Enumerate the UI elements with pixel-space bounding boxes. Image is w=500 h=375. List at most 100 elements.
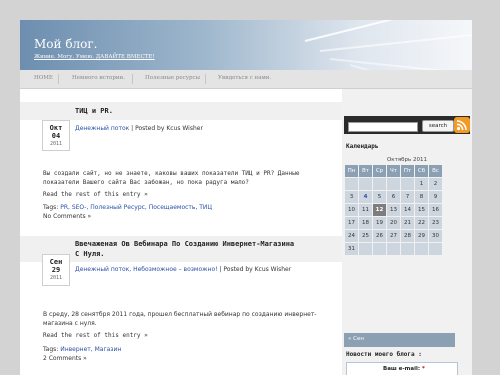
tags-label: Tags:: [43, 204, 61, 211]
calendar-day: 9: [429, 191, 442, 203]
tag-links[interactable]: Инвернет, Магазин: [60, 346, 121, 353]
weekday-label: Пн: [345, 165, 358, 177]
rss-icon[interactable]: [454, 117, 470, 133]
blog-title[interactable]: Мой блог.: [34, 37, 98, 51]
post-date-month: Сен: [49, 258, 63, 266]
calendar-week: 31: [345, 243, 442, 255]
calendar-heading: Календарь: [346, 143, 379, 150]
post-date-day: 29: [51, 266, 61, 274]
calendar-day: 18: [359, 217, 372, 229]
calendar-week: 3 4 5 6 7 8 9: [345, 191, 442, 203]
subscribe-form: Ваш e-mail: *: [346, 362, 458, 375]
calendar-day-today: 12: [373, 204, 386, 216]
category-link[interactable]: Денежный поток: [75, 125, 129, 132]
calendar-day: 21: [401, 217, 414, 229]
nav-item-home[interactable]: HOME: [34, 75, 53, 81]
sidebar: search Календарь Октябрь 2011 Пн Вт Ср Ч…: [342, 89, 472, 375]
calendar-day: 19: [373, 217, 386, 229]
nav-separator: [132, 74, 133, 84]
header-streak: [319, 32, 472, 52]
weekday-label: Пт: [401, 165, 414, 177]
calendar-empty-cell: [387, 178, 400, 190]
calendar-day: 31: [345, 243, 358, 255]
search-button[interactable]: search: [422, 120, 454, 132]
tag-links[interactable]: PR, SEO-, Полезный Ресурс, Посещаемость,…: [60, 204, 212, 211]
category-link[interactable]: Денежный поток, Небозможное – возможно!: [75, 266, 218, 273]
calendar-day: 8: [415, 191, 428, 203]
post-header: [20, 102, 342, 120]
weekday-label: Вс: [429, 165, 442, 177]
comments-link[interactable]: 2 Comments »: [43, 354, 87, 363]
posted-by: | Posted by Kcus Wisher: [217, 266, 292, 273]
calendar-day: 24: [345, 230, 358, 242]
calendar-empty-cell: [387, 243, 400, 255]
calendar-day: 16: [429, 204, 442, 216]
post-title[interactable]: Ввечаженая Ов Вебинара По Созданию Инвер…: [75, 239, 294, 259]
calendar-empty-cell: [345, 178, 358, 190]
calendar-empty-cell: [373, 178, 386, 190]
header-streak: [304, 20, 472, 42]
calendar-day: 10: [345, 204, 358, 216]
weekday-label: Ср: [373, 165, 386, 177]
calendar-day: 2: [429, 178, 442, 190]
blog-tagline[interactable]: Живие. Могу. Умею. ДАВАЙТЕ ВМЕСТЕ!: [34, 54, 155, 60]
calendar-day: 14: [401, 204, 414, 216]
nav-separator: [205, 74, 206, 84]
search-input[interactable]: [348, 122, 418, 132]
post-date: Сен 29 2011: [42, 254, 70, 286]
nav-item-resources[interactable]: Полезные ресурсы: [145, 75, 200, 81]
calendar-day: 25: [359, 230, 372, 242]
calendar-empty-cell: [359, 243, 372, 255]
calendar-day: 13: [387, 204, 400, 216]
post-date-year: 2011: [49, 141, 63, 147]
calendar-day: 6: [387, 191, 400, 203]
calendar-weekdays: Пн Вт Ср Чт Пт Сб Вс: [345, 165, 442, 177]
blog-header: Мой блог. Живие. Могу. Умею. ДАВАЙТЕ ВМЕ…: [20, 20, 472, 70]
calendar-prev-link[interactable]: « Сен: [348, 336, 364, 342]
calendar-day: 11: [359, 204, 372, 216]
calendar-day: 5: [373, 191, 386, 203]
post-date: Окт 04 2011: [42, 120, 70, 151]
post-excerpt: Вы создали сайт, но не знаете, каковы ва…: [43, 170, 300, 186]
calendar-nav: « Сен: [344, 333, 455, 347]
calendar-week: 10 11 12 13 14 15 16: [345, 204, 442, 216]
nav-item-history[interactable]: Немного истории.: [72, 75, 125, 81]
calendar-week: 1 2: [345, 178, 442, 190]
post-title[interactable]: ТИЦ и PR.: [75, 106, 113, 116]
calendar-week: 17 18 19 20 21 22 23: [345, 217, 442, 229]
post-date-year: 2011: [49, 275, 63, 281]
calendar-empty-cell: [401, 243, 414, 255]
post-excerpt: В среду, 28 сенятбря 2011 года, прошел б…: [43, 311, 317, 327]
post-meta: Денежный поток | Posted by Kcus Wisher: [75, 125, 203, 132]
post-tags: Tags: Инвернет, Магазин: [43, 345, 121, 354]
calendar-day: 7: [401, 191, 414, 203]
page: Мой блог. Живие. Могу. Умею. ДАВАЙТЕ ВМЕ…: [20, 20, 472, 375]
read-more-link[interactable]: Read the rest of this entry »: [43, 190, 148, 199]
calendar-day: 22: [415, 217, 428, 229]
weekday-label: Сб: [415, 165, 428, 177]
post-title-line: С Нуля.: [75, 250, 105, 258]
post-tags: Tags: PR, SEO-, Полезный Ресурс, Посещае…: [43, 203, 212, 212]
post-meta: Денежный поток, Небозможное – возможно! …: [75, 266, 291, 273]
read-more-link[interactable]: Read the rest of this entry »: [43, 331, 148, 340]
calendar-day: 17: [345, 217, 358, 229]
calendar-grid: Пн Вт Ср Чт Пт Сб Вс 1 2 3 4 5 6 7 8 9 1…: [344, 164, 443, 256]
post-date-month: Окт: [49, 124, 63, 132]
calendar-week: 24 25 26 27 28 29 30: [345, 230, 442, 242]
nav-item-contact[interactable]: Увидеться с нами.: [218, 75, 271, 81]
nav-separator: [58, 74, 59, 84]
posted-by: | Posted by Kcus Wisher: [129, 125, 203, 132]
weekday-label: Чт: [387, 165, 400, 177]
news-heading: Новости моего блога :: [346, 351, 422, 358]
main-nav: HOME Немного истории. Полезные ресурсы У…: [20, 70, 472, 89]
email-label: Ваш e-mail: *: [383, 366, 425, 372]
comments-link[interactable]: No Comments »: [43, 212, 91, 221]
calendar-day-link[interactable]: 4: [359, 191, 372, 203]
tags-label: Tags:: [43, 346, 61, 353]
post-title-line: Ввечаженая Ов Вебинара По Созданию Инвер…: [75, 240, 295, 248]
calendar-day: 15: [415, 204, 428, 216]
calendar-empty-cell: [415, 243, 428, 255]
calendar-day: 3: [345, 191, 358, 203]
calendar-day: 30: [429, 230, 442, 242]
calendar-month: Октябрь 2011: [386, 157, 428, 163]
